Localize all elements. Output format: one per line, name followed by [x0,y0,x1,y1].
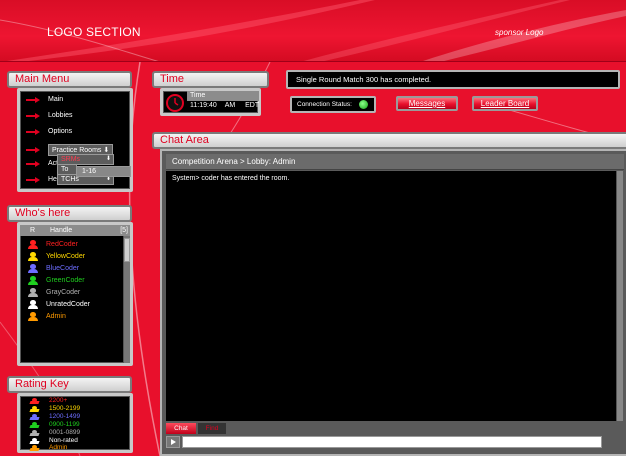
user-row[interactable]: Admin [28,312,66,321]
user-avatar-icon [28,252,38,261]
whos-here-title: Who's here [7,205,132,222]
sponsor-logo: sponsor Logo [495,28,544,37]
rating-key-row: Admin [30,444,67,452]
play-icon [171,439,176,445]
user-handle: GrayCoder [46,289,81,296]
chat-input[interactable] [182,436,602,448]
menu-item-label: Practice Rooms [52,147,102,154]
menu-item-label: Main [48,96,64,103]
dropdown-caret-icon: ⬇ [103,147,110,154]
dropdown-caret-icon: ⬇ [105,156,111,162]
clock-timezone: EDT [245,102,260,109]
user-handle: GreenCoder [46,277,85,284]
chat-scrollbar[interactable] [616,171,623,421]
header-bar: LOGO SECTION sponsor Logo [0,0,626,62]
user-handle: YellowCoder [46,253,86,260]
rating-key-row: 0001-0899 [30,429,80,437]
submenu-label: SRMs [61,156,81,163]
whos-here-header-row: R Handle [5] [20,225,130,236]
user-row[interactable]: GreenCoder [28,276,85,285]
chat-message: System> coder has entered the room. [172,175,290,182]
rating-key-row: 1500-2199 [30,405,80,413]
rating-key-panel: 2200+ 1500-2199 1200-1499 0900-1199 0001… [17,393,133,453]
user-handle: RedCoder [46,241,78,248]
user-row[interactable]: BlueCoder [28,264,79,273]
user-avatar-icon [28,312,38,321]
user-avatar-icon [28,300,38,309]
user-avatar-icon [28,240,38,249]
send-button[interactable] [166,436,180,448]
time-title: Time [152,71,269,88]
whos-here-scrollbar[interactable] [123,236,130,363]
clock-ampm: AM [224,102,236,109]
tab-find[interactable]: Find [198,423,226,434]
connection-indicator-icon [359,100,368,109]
user-row[interactable]: RedCoder [28,240,78,249]
chat-log: System> coder has entered the room. [166,171,616,421]
submenu-label: TCHs [61,176,79,183]
rating-key-row: 2200+ [30,397,67,405]
rating-key-row: 1200-1499 [30,413,80,421]
column-header-rank[interactable]: R [30,225,35,236]
status-message-bar: Single Round Match 300 has completed. [286,70,620,89]
user-handle: UnratedCoder [46,301,90,308]
menu-item-main[interactable]: Main [26,96,63,103]
arrow-right-icon [26,176,42,183]
clock-time: 11:19:40 [190,102,217,109]
clock-readout: 11:19:40 AM EDT [190,102,259,109]
submenu-label: 1-16 [82,168,97,175]
status-message: Single Round Match 300 has completed. [296,75,432,84]
coder-icon [30,413,39,421]
rating-key-row: 0900-1199 [30,421,80,429]
menu-item-lobbies[interactable]: Lobbies [26,112,73,119]
arrow-right-icon [26,160,42,167]
leader-board-button[interactable]: Leader Board [472,96,538,111]
user-avatar-icon [28,264,38,273]
rating-range-label: 2200+ [49,397,68,404]
user-handle: BlueCoder [46,265,80,272]
chat-location-breadcrumb: Competition Arena > Lobby: Admin [166,154,624,170]
rating-range-label: Admin [49,444,68,451]
messages-button[interactable]: Messages [396,96,458,111]
arrow-right-icon [26,128,42,135]
coder-icon [30,397,39,405]
user-row[interactable]: UnratedCoder [28,300,90,309]
column-header-handle[interactable]: Handle [50,225,72,236]
submenu-flyout-1-16[interactable]: 1-16 [76,166,131,177]
coder-icon [30,444,39,452]
rating-range-label: 1500-2199 [49,405,81,412]
rating-key-title: Rating Key [7,376,132,393]
logo-section: LOGO SECTION [47,25,141,39]
clock-icon [166,94,184,112]
main-menu-title: Main Menu [7,71,132,88]
coder-icon [30,421,39,429]
menu-item-label: Options [48,128,73,135]
arrow-right-icon [26,147,42,153]
chat-area-title: Chat Area [152,132,626,149]
user-handle: Admin [46,313,66,320]
rating-range-label: 0900-1199 [49,421,80,428]
chat-area-panel: Competition Arena > Lobby: Admin System>… [160,149,626,456]
user-row[interactable]: YellowCoder [28,252,85,261]
user-row[interactable]: GrayCoder [28,288,80,297]
rating-range-label: 1200-1499 [49,413,81,420]
coder-icon [30,429,39,437]
submenu-label: To [61,166,69,173]
user-avatar-icon [28,288,38,297]
tab-chat[interactable]: Chat [166,423,196,434]
time-panel: Time 11:19:40 AM EDT [160,88,261,116]
coder-icon [30,405,39,413]
arrow-right-icon [26,96,42,103]
time-label: Time [187,91,259,101]
user-avatar-icon [28,276,38,285]
whos-here-panel: R Handle [5] RedCoder YellowCoder BlueCo… [17,222,133,366]
rating-range-label: 0001-0899 [49,429,81,436]
user-count: [5] [120,227,128,234]
connection-status-label: Connection Status: [297,101,352,108]
arrow-right-icon [26,112,42,119]
menu-item-options[interactable]: Options [26,128,72,135]
menu-item-label: Lobbies [48,112,73,119]
connection-status: Connection Status: [290,96,376,113]
scrollbar-thumb[interactable] [124,238,130,262]
